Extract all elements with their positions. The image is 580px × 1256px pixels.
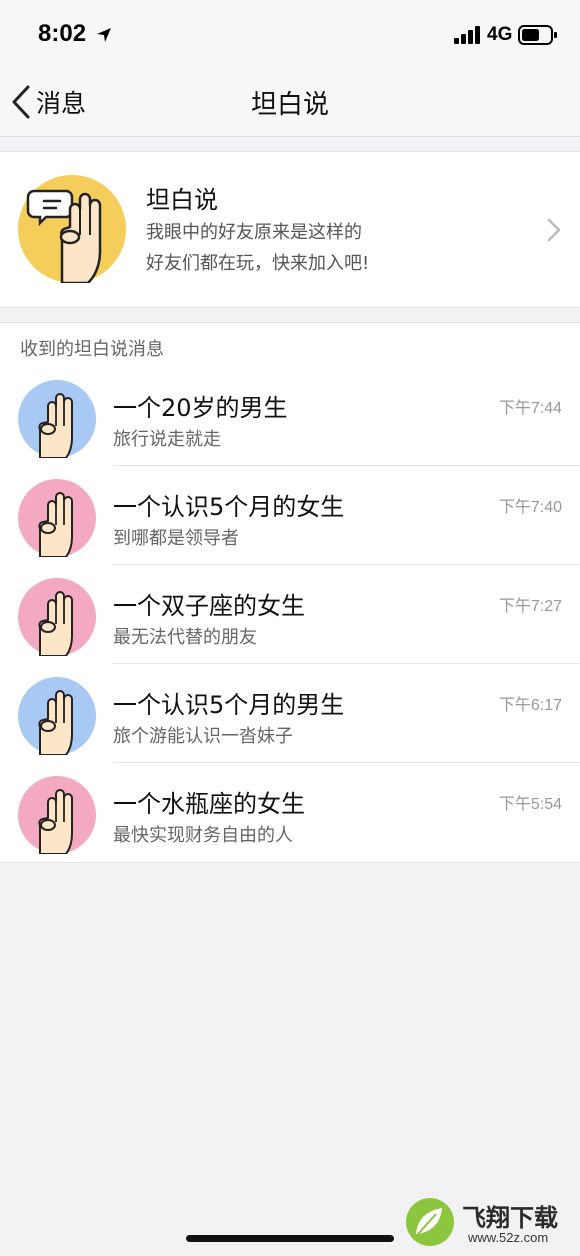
- hand-avatar-icon: [18, 776, 96, 854]
- status-time: 8:02: [38, 20, 87, 47]
- message-preview: 最无法代替的朋友: [113, 627, 257, 648]
- promo-invite-text: 好友们都在玩，快来加入吧!: [146, 253, 370, 274]
- section-label: 收到的坦白说消息: [20, 339, 164, 360]
- chevron-right-icon: [547, 218, 561, 242]
- home-indicator: [186, 1235, 394, 1242]
- message-item[interactable]: 一个20岁的男生 旅行说走就走 下午7:44: [0, 367, 580, 466]
- promo-title: 坦白说: [146, 186, 218, 214]
- message-preview: 最快实现财务自由的人: [113, 825, 293, 846]
- back-button[interactable]: 消息: [10, 82, 86, 122]
- message-preview: 到哪都是领导者: [113, 528, 239, 549]
- message-preview: 旅行说走就走: [113, 429, 221, 450]
- chevron-left-icon: [12, 85, 30, 119]
- message-time: 下午7:44: [498, 400, 562, 417]
- message-time: 下午7:27: [498, 598, 562, 615]
- message-time: 下午7:40: [498, 499, 562, 516]
- leaf-logo-icon: [406, 1198, 454, 1246]
- message-time: 下午6:17: [498, 697, 562, 714]
- message-item[interactable]: 一个认识5个月的女生 到哪都是领导者 下午7:40: [0, 466, 580, 565]
- watermark-url: www.52z.com: [468, 1230, 549, 1245]
- message-title: 一个认识5个月的女生: [113, 493, 345, 521]
- page-title: 坦白说: [250, 90, 329, 120]
- watermark-title: 飞翔下载: [462, 1204, 558, 1232]
- message-item[interactable]: 一个认识5个月的男生 旅个游能认识一沓妹子 下午6:17: [0, 664, 580, 763]
- location-arrow-icon: [97, 28, 111, 42]
- message-item[interactable]: 一个双子座的女生 最无法代替的朋友 下午7:27: [0, 565, 580, 664]
- watermark: 飞翔下载 www.52z.com: [404, 1196, 574, 1252]
- hand-avatar-icon: [18, 677, 96, 755]
- message-list: 一个20岁的男生 旅行说走就走 下午7:44 一个认识5个月的女生 到哪都是领导…: [0, 367, 580, 863]
- section-header: 收到的坦白说消息: [0, 322, 580, 368]
- message-title: 一个双子座的女生: [113, 592, 305, 620]
- message-title: 一个认识5个月的男生: [113, 691, 345, 719]
- message-preview: 旅个游能认识一沓妹子: [113, 726, 293, 747]
- promo-subtitle: 我眼中的好友原来是这样的: [146, 222, 362, 243]
- message-time: 下午5:54: [498, 796, 562, 813]
- status-bar: 8:02 4G: [0, 0, 580, 70]
- battery-icon: [518, 25, 557, 45]
- message-title: 一个20岁的男生: [113, 394, 288, 422]
- nav-bar: 坦白说 消息: [0, 70, 580, 137]
- message-title: 一个水瓶座的女生: [113, 790, 305, 818]
- speech-bubble-hand-icon: [18, 175, 126, 283]
- signal-bars-icon: [454, 26, 480, 44]
- page: 8:02 4G 坦白说 消息 坦白说 我眼中的好友原来是这样的 好友们都在玩，快…: [0, 0, 580, 1256]
- tanbaishuo-entry[interactable]: 坦白说 我眼中的好友原来是这样的 好友们都在玩，快来加入吧!: [0, 151, 580, 308]
- network-type: 4G: [487, 24, 513, 45]
- message-item[interactable]: 一个水瓶座的女生 最快实现财务自由的人 下午5:54: [0, 763, 580, 862]
- back-label: 消息: [36, 89, 87, 118]
- hand-avatar-icon: [18, 380, 96, 458]
- hand-avatar-icon: [18, 578, 96, 656]
- hand-avatar-icon: [18, 479, 96, 557]
